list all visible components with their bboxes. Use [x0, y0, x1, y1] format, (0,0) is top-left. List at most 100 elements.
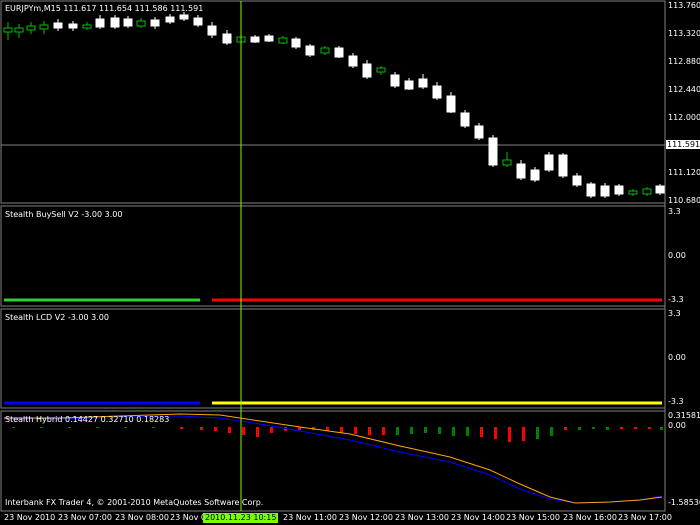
price-tick: 113.320 — [668, 29, 700, 38]
histogram-bar — [536, 427, 539, 439]
histogram-bar — [522, 427, 525, 441]
time-label: 23 Nov 07:00 — [58, 513, 112, 522]
buysell-title: Stealth BuySell V2 -3.00 3.00 — [5, 210, 123, 219]
histogram-bar — [228, 427, 231, 433]
candle-body — [150, 19, 160, 27]
price-tick: 112.000 — [668, 113, 700, 122]
histogram-bar — [564, 427, 567, 430]
histogram-bar — [424, 427, 427, 433]
candle-body — [278, 37, 288, 44]
candle-body — [26, 25, 36, 31]
candle-body — [418, 78, 428, 88]
candle-body — [348, 55, 358, 67]
histogram-bar — [634, 427, 637, 429]
histogram-bar — [340, 427, 343, 433]
candle-body — [39, 24, 49, 30]
candle-body — [558, 154, 568, 177]
candle-body — [250, 36, 260, 43]
histogram-bar — [480, 427, 483, 437]
candle-body — [305, 45, 315, 56]
candle-body — [572, 175, 582, 186]
histogram-bar — [354, 427, 357, 434]
hybrid-histogram — [12, 427, 663, 442]
histogram-bar — [152, 427, 155, 428]
time-label: 23 Nov 12:00 — [339, 513, 393, 522]
candle-body — [193, 17, 203, 26]
time-label: 23 Nov 2010 — [4, 513, 56, 522]
histogram-bar — [214, 427, 217, 431]
histogram-bar — [368, 427, 371, 435]
candle-body — [446, 95, 456, 113]
histogram-bar — [382, 427, 385, 435]
candle-body — [82, 24, 92, 29]
histogram-bar — [508, 427, 511, 442]
candle-body — [222, 33, 232, 44]
histogram-bar — [12, 427, 15, 428]
lcd-axis-top: 3.3 — [668, 309, 681, 318]
candle-body — [123, 18, 133, 27]
histogram-bar — [256, 427, 259, 437]
candle-body — [544, 154, 554, 171]
candle-body — [291, 38, 301, 48]
histogram-bar — [592, 427, 595, 429]
candle-body — [432, 85, 442, 99]
hybrid-axis-bottom: -1.58536 — [668, 498, 700, 507]
histogram-bar — [242, 427, 245, 435]
histogram-bar — [410, 427, 413, 434]
lcd-axis-zero: 0.00 — [668, 353, 686, 362]
candle-body — [642, 188, 652, 195]
candle-body — [179, 14, 189, 20]
histogram-bar — [578, 427, 581, 430]
time-label: 23 Nov 14:00 — [451, 513, 505, 522]
candle-body — [53, 22, 63, 29]
candle-body — [264, 35, 274, 42]
candle-body — [586, 183, 596, 197]
main-title: EURJPYm,M15 111.617 111.654 111.586 111.… — [5, 4, 204, 13]
candle-body — [404, 80, 414, 90]
histogram-bar — [550, 427, 553, 436]
histogram-bar — [466, 427, 469, 436]
candle-series — [3, 12, 665, 198]
histogram-bar — [180, 427, 183, 429]
candle-body — [628, 190, 638, 195]
candle-body — [3, 27, 13, 33]
candle-body — [320, 47, 330, 54]
candle-body — [110, 17, 120, 28]
pane-borders — [0, 0, 666, 512]
lcd-axis-bottom: -3.3 — [668, 397, 684, 406]
cursor-time-badge: 2010.11.23 10:15 — [203, 513, 279, 523]
candle-body — [502, 159, 512, 166]
candle-body — [488, 137, 498, 166]
histogram-bar — [200, 427, 203, 430]
price-tick: 112.880 — [668, 57, 700, 66]
candle-body — [474, 125, 484, 139]
candle-body — [68, 23, 78, 29]
buysell-axis-bottom: -3.3 — [668, 295, 684, 304]
price-tick: 110.680 — [668, 196, 700, 205]
candle-body — [165, 16, 175, 23]
candle-body — [362, 63, 372, 78]
candle-body — [334, 47, 344, 58]
lcd-title: Stealth LCD V2 -3.00 3.00 — [5, 313, 109, 322]
hybrid-axis-zero: 0.00 — [668, 421, 686, 430]
candle-body — [207, 25, 217, 36]
histogram-bar — [68, 427, 71, 428]
time-label: 23 Nov 08:00 — [115, 513, 169, 522]
chart-canvas[interactable] — [0, 0, 700, 525]
histogram-bar — [124, 427, 127, 428]
time-label: 23 Nov 11:00 — [283, 513, 337, 522]
current-price-badge: 111.591 — [666, 140, 700, 149]
candle-body — [136, 20, 146, 27]
buysell-axis-zero: 0.00 — [668, 251, 686, 260]
price-tick: 112.440 — [668, 85, 700, 94]
candle-body — [390, 74, 400, 87]
histogram-bar — [660, 427, 663, 430]
candle-body — [614, 185, 624, 195]
histogram-bar — [96, 427, 99, 428]
price-tick: 111.120 — [668, 168, 700, 177]
histogram-bar — [452, 427, 455, 436]
candle-body — [14, 27, 24, 33]
price-tick: 113.760 — [668, 1, 700, 10]
histogram-bar — [396, 427, 399, 435]
hybrid-fast-line — [4, 413, 663, 504]
